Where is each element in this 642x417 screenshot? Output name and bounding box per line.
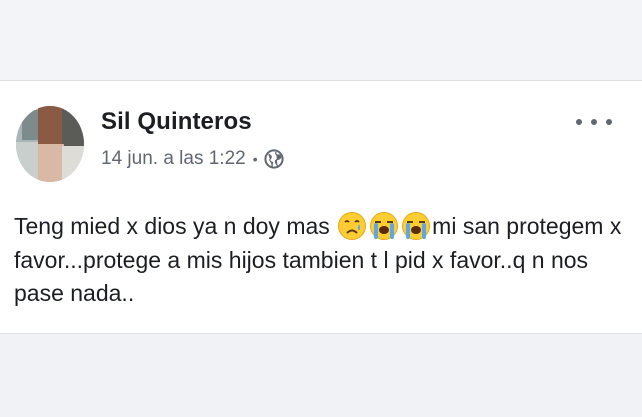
post-text-part-1: Teng mied x dios ya n doy mas [14,213,337,239]
dot-icon [606,119,612,125]
post-meta: 14 jun. a las 1:22 • [101,146,284,172]
more-options-icon[interactable] [576,111,612,133]
author-name[interactable]: Sil Quinteros [101,108,252,136]
author-avatar[interactable] [16,106,84,182]
facebook-post: Sil Quinteros 14 jun. a las 1:22 • Teng … [0,80,642,334]
bottom-background [0,334,642,417]
top-background [0,0,642,80]
dot-icon [591,119,597,125]
sad-but-relieved-face-emoji [337,211,367,241]
post-timestamp[interactable]: 14 jun. a las 1:22 [101,148,246,170]
meta-separator: • [252,151,258,167]
loudly-crying-face-emoji [401,211,431,241]
post-text: Teng mied x dios ya n doy mas mi san pro… [14,210,634,311]
globe-icon[interactable] [264,149,284,169]
loudly-crying-face-emoji [369,211,399,241]
dot-icon [576,119,582,125]
